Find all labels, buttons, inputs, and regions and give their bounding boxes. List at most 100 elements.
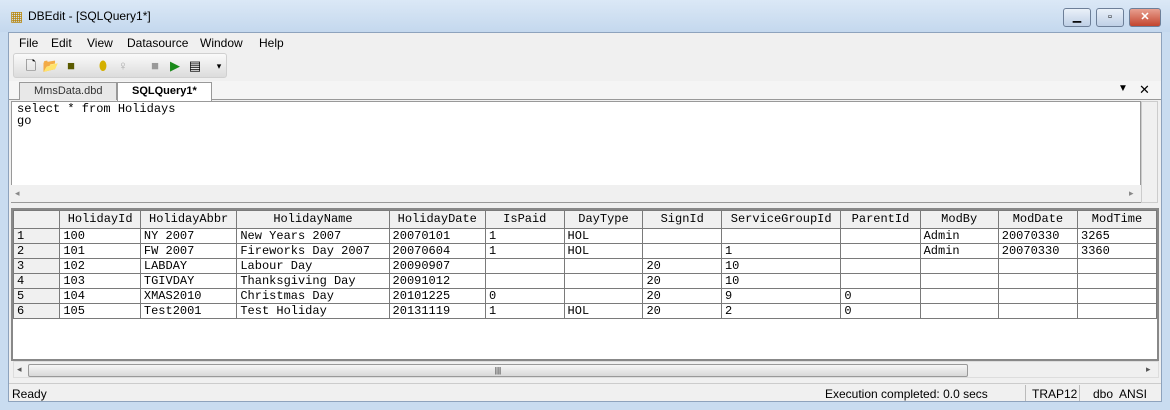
column-header[interactable]: ModBy: [919, 210, 999, 229]
menu-view[interactable]: View: [87, 36, 113, 50]
table-cell[interactable]: NY 2007: [139, 228, 238, 244]
menu-file[interactable]: File: [19, 36, 38, 50]
table-cell[interactable]: [997, 273, 1079, 289]
scroll-left-icon[interactable]: ◂: [17, 364, 22, 375]
open-folder-icon[interactable]: 📂: [42, 57, 60, 75]
table-cell[interactable]: 20: [642, 288, 722, 304]
column-header[interactable]: HolidayDate: [388, 210, 487, 229]
table-cell[interactable]: [997, 303, 1079, 319]
table-cell[interactable]: 20070604: [388, 243, 487, 259]
table-cell[interactable]: [919, 273, 999, 289]
table-cell[interactable]: 0: [485, 288, 565, 304]
table-cell[interactable]: Test Holiday: [236, 303, 390, 319]
table-cell[interactable]: [1077, 273, 1157, 289]
new-file-icon[interactable]: 🗋: [22, 57, 40, 75]
maximize-button[interactable]: ▫: [1096, 8, 1124, 27]
tab-dropdown-icon[interactable]: ▼: [1118, 83, 1128, 94]
table-cell[interactable]: 2: [720, 303, 842, 319]
table-cell[interactable]: Labour Day: [236, 258, 390, 274]
close-button[interactable]: ✕: [1129, 8, 1161, 27]
table-cell[interactable]: Thanksgiving Day: [236, 273, 390, 289]
table-cell[interactable]: [642, 243, 722, 259]
menu-window[interactable]: Window: [200, 36, 243, 50]
table-cell[interactable]: 20101225: [388, 288, 487, 304]
table-cell[interactable]: Test2001: [139, 303, 238, 319]
table-row[interactable]: 4 103 TGIVDAY Thanksgiving Day 20091012 20 10: [13, 273, 1157, 289]
table-cell[interactable]: 105: [59, 303, 141, 319]
row-header[interactable]: 5: [13, 288, 61, 304]
editor-vertical-scrollbar[interactable]: [1141, 101, 1158, 203]
row-header[interactable]: 4: [13, 273, 61, 289]
column-header[interactable]: ModTime: [1077, 210, 1157, 229]
column-header[interactable]: DayType: [563, 210, 644, 229]
column-header[interactable]: ParentId: [840, 210, 921, 229]
table-cell[interactable]: New Years 2007: [236, 228, 390, 244]
table-cell[interactable]: [840, 228, 921, 244]
table-cell[interactable]: [563, 273, 644, 289]
table-cell[interactable]: 104: [59, 288, 141, 304]
scrollbar-thumb[interactable]: |||: [28, 364, 968, 377]
row-header[interactable]: 2: [13, 243, 61, 259]
table-cell[interactable]: 1: [485, 243, 565, 259]
table-row[interactable]: 6 105 Test2001 Test Holiday 20131119 1 HOL 20 2 0: [13, 303, 1157, 319]
table-row[interactable]: 3 102 LABDAY Labour Day 20090907 20 10: [13, 258, 1157, 274]
table-cell[interactable]: Fireworks Day 2007: [236, 243, 390, 259]
table-cell[interactable]: 10: [720, 258, 842, 274]
menu-datasource[interactable]: Datasource: [127, 36, 188, 50]
table-cell[interactable]: 20: [642, 303, 722, 319]
table-cell[interactable]: 1: [720, 243, 842, 259]
table-cell[interactable]: 9: [720, 288, 842, 304]
tab-mmsdata[interactable]: MmsData.dbd: [19, 82, 118, 100]
table-cell[interactable]: Admin: [919, 243, 999, 259]
table-cell[interactable]: 3360: [1077, 243, 1157, 259]
table-cell[interactable]: XMAS2010: [139, 288, 238, 304]
table-cell[interactable]: [642, 228, 722, 244]
table-cell[interactable]: [563, 288, 644, 304]
column-header[interactable]: ServiceGroupId: [720, 210, 842, 229]
column-header[interactable]: SignId: [642, 210, 722, 229]
run-icon[interactable]: ▶: [166, 57, 184, 75]
table-cell[interactable]: [997, 288, 1079, 304]
table-cell[interactable]: 20070330: [997, 228, 1079, 244]
editor-horizontal-scrollbar[interactable]: ◂ ▸: [11, 185, 1141, 202]
table-cell[interactable]: 0: [840, 303, 921, 319]
table-cell[interactable]: 1: [485, 228, 565, 244]
table-cell[interactable]: [720, 228, 842, 244]
table-cell[interactable]: 20131119: [388, 303, 487, 319]
table-cell[interactable]: 102: [59, 258, 141, 274]
table-row[interactable]: 5 104 XMAS2010 Christmas Day 20101225 0 20 9 0: [13, 288, 1157, 304]
results-icon[interactable]: ▤: [186, 57, 204, 75]
table-cell[interactable]: [840, 273, 921, 289]
table-cell[interactable]: 20070330: [997, 243, 1079, 259]
table-cell[interactable]: 20070101: [388, 228, 487, 244]
grid-horizontal-scrollbar[interactable]: ◂ ||| ▸: [13, 361, 1159, 378]
row-header[interactable]: 6: [13, 303, 61, 319]
table-cell[interactable]: 20090907: [388, 258, 487, 274]
corner-header[interactable]: [13, 210, 61, 229]
column-header[interactable]: ModDate: [997, 210, 1079, 229]
column-header[interactable]: HolidayName: [236, 210, 390, 229]
table-cell[interactable]: FW 2007: [139, 243, 238, 259]
stop-icon[interactable]: ■: [146, 57, 164, 75]
table-cell[interactable]: 20: [642, 258, 722, 274]
save-icon[interactable]: ■: [62, 57, 80, 75]
table-cell[interactable]: Admin: [919, 228, 999, 244]
table-cell[interactable]: 20091012: [388, 273, 487, 289]
table-cell[interactable]: HOL: [563, 243, 644, 259]
datasource-icon[interactable]: ⬮: [94, 57, 112, 75]
table-cell[interactable]: 100: [59, 228, 141, 244]
minimize-button[interactable]: ▁: [1063, 8, 1091, 27]
table-cell[interactable]: 1: [485, 303, 565, 319]
table-cell[interactable]: [1077, 258, 1157, 274]
scroll-left-icon[interactable]: ◂: [15, 188, 20, 199]
table-cell[interactable]: [840, 243, 921, 259]
table-cell[interactable]: [840, 258, 921, 274]
table-cell[interactable]: Christmas Day: [236, 288, 390, 304]
menu-edit[interactable]: Edit: [51, 36, 72, 50]
table-cell[interactable]: [997, 258, 1079, 274]
tab-close-icon[interactable]: ✕: [1139, 82, 1150, 98]
menu-help[interactable]: Help: [259, 36, 284, 50]
table-cell[interactable]: [485, 258, 565, 274]
column-header[interactable]: HolidayAbbr: [139, 210, 238, 229]
tab-sqlquery1[interactable]: SQLQuery1*: [117, 82, 212, 101]
